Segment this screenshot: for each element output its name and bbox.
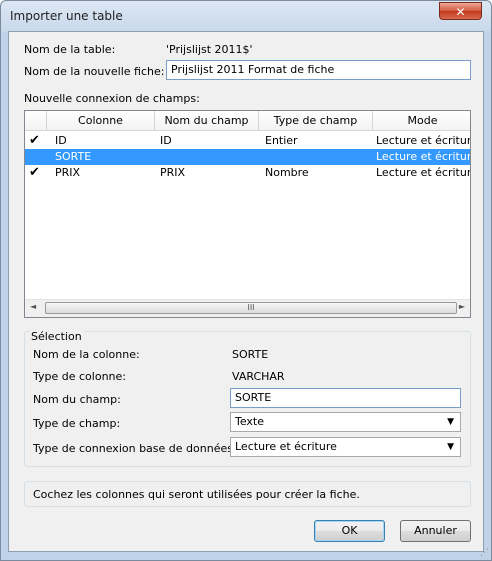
field-type-value: Texte (235, 415, 265, 428)
header-mode[interactable]: Mode (373, 111, 470, 131)
row-mode: Lecture et écriture (376, 134, 471, 147)
table-row[interactable]: ✔ PRIX PRIX Nombre Lecture et écriture (25, 165, 470, 181)
new-form-input[interactable]: Prijslijst 2011 Format de fiche (166, 60, 471, 80)
window-title: Importer une table (10, 9, 123, 23)
header-field-type[interactable]: Type de champ (259, 111, 373, 131)
close-button[interactable]: ✕ (439, 2, 482, 20)
hint-text: Cochez les colonnes qui seront utilisées… (33, 488, 360, 501)
row-type: Nombre (265, 166, 309, 179)
cancel-button[interactable]: Annuler (400, 520, 471, 542)
header-field-name[interactable]: Nom du champ (155, 111, 259, 131)
table-name-value: 'Prijslijst 2011$' (166, 43, 253, 56)
scroll-left-icon[interactable]: ◄ (30, 302, 36, 311)
row-field: PRIX (160, 166, 186, 179)
mapping-label: Nouvelle connexion de champs: (24, 92, 200, 105)
field-name-input[interactable]: SORTE (230, 388, 461, 408)
row-column: PRIX (55, 166, 81, 179)
grip-icon: III (247, 303, 255, 312)
column-type-label: Type de colonne: (33, 370, 126, 383)
db-link-select[interactable]: Lecture et écriture ▼ (230, 437, 461, 457)
horizontal-scrollbar[interactable]: ◄ III ► (25, 299, 470, 317)
import-table-dialog: Importer une table ✕ Nom de la table: 'P… (0, 0, 492, 561)
header-column[interactable]: Colonne (47, 111, 155, 131)
scroll-right-icon[interactable]: ► (459, 302, 465, 311)
checkmark-icon[interactable]: ✔ (29, 133, 40, 149)
row-mode: Lecture et écriture (376, 166, 471, 179)
selection-title: Sélection (29, 330, 84, 343)
column-name-value: SORTE (232, 348, 269, 361)
row-column: SORTE (55, 150, 92, 163)
field-type-select[interactable]: Texte ▼ (230, 412, 461, 432)
chevron-down-icon[interactable]: ▼ (447, 413, 454, 431)
column-name-label: Nom de la colonne: (33, 348, 140, 361)
table-name-label: Nom de la table: (24, 43, 116, 56)
checkmark-icon[interactable]: ✔ (29, 165, 40, 181)
db-link-value: Lecture et écriture (235, 440, 337, 453)
chevron-down-icon[interactable]: ▼ (447, 438, 454, 456)
field-type-label: Type de champ: (33, 417, 121, 430)
row-mode: Lecture et écriture (376, 150, 471, 163)
column-type-value: VARCHAR (232, 370, 285, 383)
resize-grip-icon[interactable]: ⋰ (480, 548, 489, 558)
row-column: ID (55, 134, 67, 147)
row-type: Entier (265, 134, 298, 147)
row-field: ID (160, 134, 172, 147)
field-name-label: Nom du champ: (33, 393, 121, 406)
hint-panel: Cochez les colonnes qui seront utilisées… (24, 481, 471, 507)
field-mapping-list[interactable]: Colonne Nom du champ Type de champ Mode … (24, 110, 471, 318)
db-link-label: Type de connexion base de données: (33, 442, 237, 455)
close-icon: ✕ (455, 5, 466, 19)
table-row-selected[interactable]: SORTE Lecture et écriture (25, 149, 470, 165)
header-check[interactable] (25, 111, 47, 131)
scroll-thumb[interactable]: III (45, 302, 457, 314)
new-form-label: Nom de la nouvelle fiche: (24, 65, 165, 78)
ok-button[interactable]: OK (314, 520, 385, 542)
table-row[interactable]: ✔ ID ID Entier Lecture et écriture (25, 133, 470, 149)
